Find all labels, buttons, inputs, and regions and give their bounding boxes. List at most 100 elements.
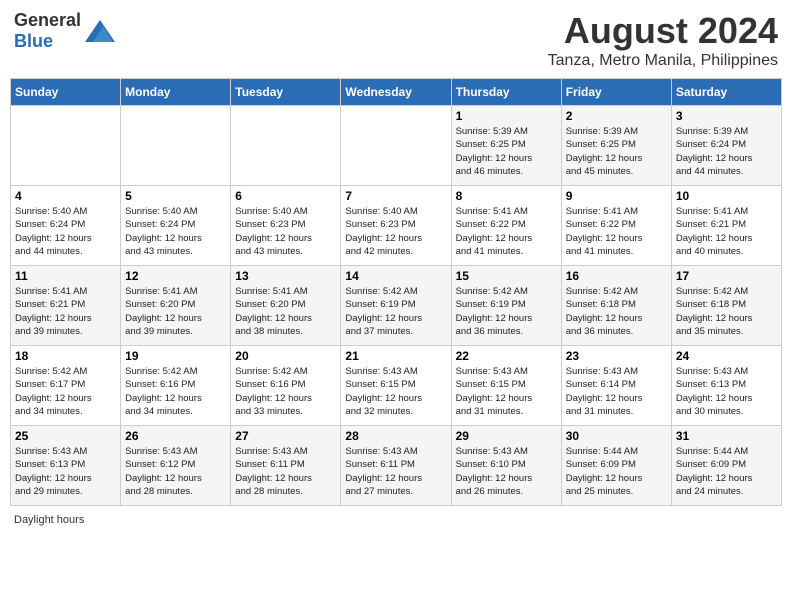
day-number: 4 <box>15 189 116 203</box>
day-info: Sunrise: 5:40 AM Sunset: 6:24 PM Dayligh… <box>125 205 226 258</box>
day-info: Sunrise: 5:39 AM Sunset: 6:24 PM Dayligh… <box>676 125 777 178</box>
calendar-cell: 14Sunrise: 5:42 AM Sunset: 6:19 PM Dayli… <box>341 266 451 346</box>
header-day-saturday: Saturday <box>671 79 781 106</box>
day-info: Sunrise: 5:43 AM Sunset: 6:15 PM Dayligh… <box>456 365 557 418</box>
calendar-cell: 22 Sunrise: 5:43 AM Sunset: 6:15 PM Dayli… <box>451 346 561 426</box>
title-block: August 2024 Tanza, Metro Manila, Philipp… <box>548 10 778 70</box>
day-info: Sunrise: 5:40 AM Sunset: 6:24 PM Dayligh… <box>15 205 116 258</box>
day-info: Sunrise: 5:40 AM Sunset: 6:23 PM Dayligh… <box>345 205 446 258</box>
day-number: 16 <box>566 269 667 283</box>
header-day-wednesday: Wednesday <box>341 79 451 106</box>
day-number: 13 <box>235 269 336 283</box>
calendar-cell: 27 Sunrise: 5:43 AM Sunset: 6:11 PM Dayli… <box>231 426 341 506</box>
day-info: Sunrise: 5:42 AM Sunset: 6:18 PM Dayligh… <box>676 285 777 338</box>
day-number: 30 <box>566 429 667 443</box>
day-info: Sunrise: 5:42 AM Sunset: 6:19 PM Dayligh… <box>345 285 446 338</box>
blue-label: Blue <box>14 31 53 51</box>
day-number: 12 <box>125 269 226 283</box>
header-day-sunday: Sunday <box>11 79 121 106</box>
day-info: Sunrise: 5:43 AM Sunset: 6:15 PM Dayligh… <box>345 365 446 418</box>
calendar-cell: 8 Sunrise: 5:41 AM Sunset: 6:22 PM Daylig… <box>451 186 561 266</box>
calendar-cell: 18 Sunrise: 5:42 AM Sunset: 6:17 PM Dayli… <box>11 346 121 426</box>
day-info: Sunrise: 5:41 AM Sunset: 6:20 PM Dayligh… <box>235 285 336 338</box>
day-info: Sunrise: 5:41 AM Sunset: 6:21 PM Dayligh… <box>15 285 116 338</box>
day-number: 22 <box>456 349 557 363</box>
calendar-cell <box>11 106 121 186</box>
day-number: 9 <box>566 189 667 203</box>
calendar-cell: 17 Sunrise: 5:42 AM Sunset: 6:18 PM Dayli… <box>671 266 781 346</box>
week-row-1: 1Sunrise: 5:39 AM Sunset: 6:25 PM Daylig… <box>11 106 782 186</box>
day-info: Sunrise: 5:41 AM Sunset: 6:22 PM Dayligh… <box>566 205 667 258</box>
logo-text-general: General Blue <box>14 10 81 52</box>
day-info: Sunrise: 5:43 AM Sunset: 6:13 PM Dayligh… <box>15 445 116 498</box>
day-info: Sunrise: 5:42 AM Sunset: 6:17 PM Dayligh… <box>15 365 116 418</box>
day-number: 21 <box>345 349 446 363</box>
day-number: 27 <box>235 429 336 443</box>
header-day-friday: Friday <box>561 79 671 106</box>
week-row-3: 11 Sunrise: 5:41 AM Sunset: 6:21 PM Dayli… <box>11 266 782 346</box>
calendar-cell: 12 Sunrise: 5:41 AM Sunset: 6:20 PM Dayli… <box>121 266 231 346</box>
calendar-cell: 10Sunrise: 5:41 AM Sunset: 6:21 PM Dayli… <box>671 186 781 266</box>
logo: General Blue <box>14 10 115 52</box>
calendar-cell: 9 Sunrise: 5:41 AM Sunset: 6:22 PM Daylig… <box>561 186 671 266</box>
calendar-cell: 3Sunrise: 5:39 AM Sunset: 6:24 PM Daylig… <box>671 106 781 186</box>
day-info: Sunrise: 5:43 AM Sunset: 6:11 PM Dayligh… <box>345 445 446 498</box>
day-info: Sunrise: 5:43 AM Sunset: 6:10 PM Dayligh… <box>456 445 557 498</box>
day-info: Sunrise: 5:44 AM Sunset: 6:09 PM Dayligh… <box>566 445 667 498</box>
header-day-monday: Monday <box>121 79 231 106</box>
calendar-cell: 1Sunrise: 5:39 AM Sunset: 6:25 PM Daylig… <box>451 106 561 186</box>
header-day-thursday: Thursday <box>451 79 561 106</box>
day-number: 23 <box>566 349 667 363</box>
day-number: 2 <box>566 109 667 123</box>
day-number: 17 <box>676 269 777 283</box>
day-number: 29 <box>456 429 557 443</box>
day-info: Sunrise: 5:42 AM Sunset: 6:18 PM Dayligh… <box>566 285 667 338</box>
calendar-cell: 11 Sunrise: 5:41 AM Sunset: 6:21 PM Dayli… <box>11 266 121 346</box>
day-number: 24 <box>676 349 777 363</box>
week-row-5: 25 Sunrise: 5:43 AM Sunset: 6:13 PM Dayli… <box>11 426 782 506</box>
day-info: Sunrise: 5:41 AM Sunset: 6:21 PM Dayligh… <box>676 205 777 258</box>
calendar-cell: 7Sunrise: 5:40 AM Sunset: 6:23 PM Daylig… <box>341 186 451 266</box>
day-number: 11 <box>15 269 116 283</box>
calendar-cell: 28Sunrise: 5:43 AM Sunset: 6:11 PM Dayli… <box>341 426 451 506</box>
calendar-cell: 15Sunrise: 5:42 AM Sunset: 6:19 PM Dayli… <box>451 266 561 346</box>
calendar-header: SundayMondayTuesdayWednesdayThursdayFrid… <box>11 79 782 106</box>
day-info: Sunrise: 5:43 AM Sunset: 6:14 PM Dayligh… <box>566 365 667 418</box>
month-year: August 2024 <box>548 10 778 52</box>
calendar-cell: 2Sunrise: 5:39 AM Sunset: 6:25 PM Daylig… <box>561 106 671 186</box>
daylight-label: Daylight hours <box>14 514 84 526</box>
day-info: Sunrise: 5:42 AM Sunset: 6:19 PM Dayligh… <box>456 285 557 338</box>
calendar-cell: 26Sunrise: 5:43 AM Sunset: 6:12 PM Dayli… <box>121 426 231 506</box>
calendar-cell: 5 Sunrise: 5:40 AM Sunset: 6:24 PM Daylig… <box>121 186 231 266</box>
calendar-cell: 6Sunrise: 5:40 AM Sunset: 6:23 PM Daylig… <box>231 186 341 266</box>
calendar-cell: 24 Sunrise: 5:43 AM Sunset: 6:13 PM Dayli… <box>671 346 781 426</box>
calendar-cell: 23 Sunrise: 5:43 AM Sunset: 6:14 PM Dayli… <box>561 346 671 426</box>
day-number: 6 <box>235 189 336 203</box>
calendar-cell <box>231 106 341 186</box>
day-number: 18 <box>15 349 116 363</box>
day-number: 8 <box>456 189 557 203</box>
header-row: SundayMondayTuesdayWednesdayThursdayFrid… <box>11 79 782 106</box>
footer: Daylight hours <box>10 514 782 526</box>
day-number: 26 <box>125 429 226 443</box>
calendar-cell: 16 Sunrise: 5:42 AM Sunset: 6:18 PM Dayli… <box>561 266 671 346</box>
day-info: Sunrise: 5:42 AM Sunset: 6:16 PM Dayligh… <box>235 365 336 418</box>
calendar-cell: 21 Sunrise: 5:43 AM Sunset: 6:15 PM Dayli… <box>341 346 451 426</box>
general-label: General <box>14 10 81 30</box>
day-number: 25 <box>15 429 116 443</box>
logo-icon <box>85 20 115 42</box>
calendar-body: 1Sunrise: 5:39 AM Sunset: 6:25 PM Daylig… <box>11 106 782 506</box>
calendar-cell: 13 Sunrise: 5:41 AM Sunset: 6:20 PM Dayli… <box>231 266 341 346</box>
day-number: 19 <box>125 349 226 363</box>
calendar-cell: 4 Sunrise: 5:40 AM Sunset: 6:24 PM Daylig… <box>11 186 121 266</box>
day-number: 20 <box>235 349 336 363</box>
day-info: Sunrise: 5:41 AM Sunset: 6:22 PM Dayligh… <box>456 205 557 258</box>
page-header: General Blue August 2024 Tanza, Metro Ma… <box>10 10 782 70</box>
calendar-cell <box>341 106 451 186</box>
day-info: Sunrise: 5:41 AM Sunset: 6:20 PM Dayligh… <box>125 285 226 338</box>
day-info: Sunrise: 5:39 AM Sunset: 6:25 PM Dayligh… <box>456 125 557 178</box>
week-row-2: 4 Sunrise: 5:40 AM Sunset: 6:24 PM Daylig… <box>11 186 782 266</box>
day-number: 5 <box>125 189 226 203</box>
day-info: Sunrise: 5:43 AM Sunset: 6:11 PM Dayligh… <box>235 445 336 498</box>
day-info: Sunrise: 5:43 AM Sunset: 6:13 PM Dayligh… <box>676 365 777 418</box>
